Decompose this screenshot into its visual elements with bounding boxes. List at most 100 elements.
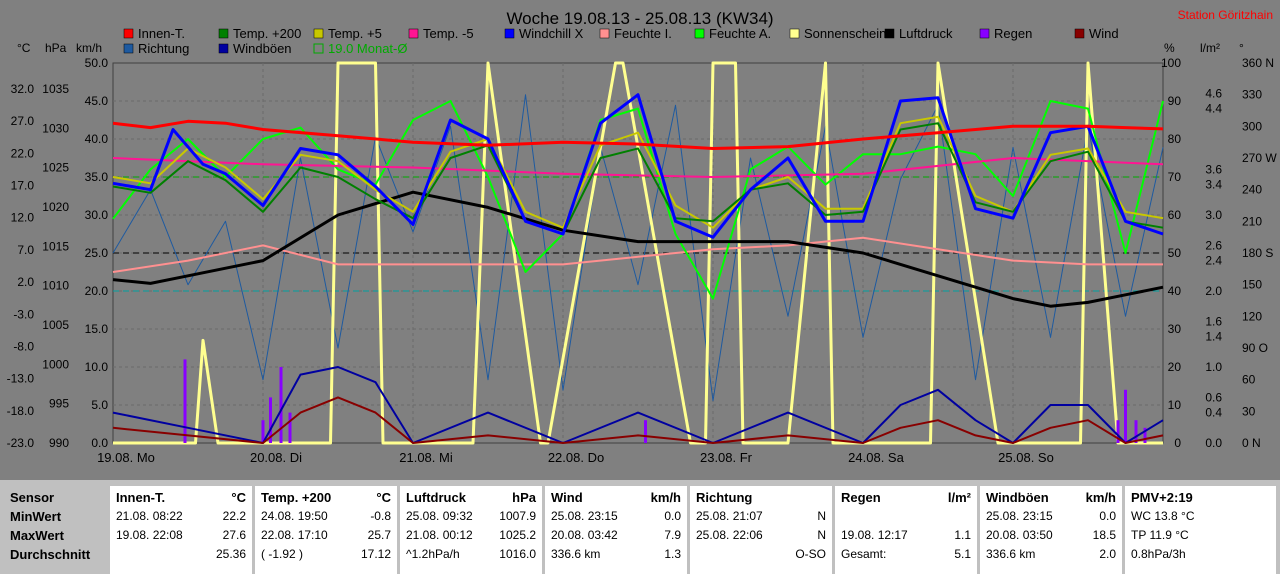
y-tick-kmh: 45.0 bbox=[85, 94, 109, 108]
stats-panel-row: 19.08. 12:17 1.1 bbox=[835, 526, 977, 545]
y-tick-lm2: 4.4 bbox=[1205, 102, 1222, 116]
y-tick-celsius: 22.0 bbox=[11, 146, 35, 160]
stats-panel-row: O-SO bbox=[690, 545, 832, 564]
y-tick-percent: 10 bbox=[1168, 398, 1182, 412]
stats-cell-right: 2.0 bbox=[1099, 547, 1116, 561]
stats-cell-left: 336.6 km bbox=[551, 547, 601, 561]
y-tick-celsius: 12.0 bbox=[11, 211, 35, 225]
legend-swatch bbox=[218, 28, 229, 39]
stats-panel-row: Gesamt: 5.1 bbox=[835, 545, 977, 564]
stats-cell-right: 5.1 bbox=[954, 547, 971, 561]
stats-row-label: Durchschnitt bbox=[4, 545, 106, 564]
stats-panel-row: 25.08. 23:15 0.0 bbox=[545, 507, 687, 526]
y-tick-direction: 150 bbox=[1242, 278, 1262, 292]
stats-row-name: Durchschnitt bbox=[10, 547, 91, 562]
y-tick-hpa: 1005 bbox=[42, 318, 69, 332]
stats-panel-header: Regen l/m² bbox=[835, 488, 977, 507]
rain-bar bbox=[183, 359, 187, 443]
unit-kmh: km/h bbox=[76, 41, 102, 55]
y-tick-lm2: 0.4 bbox=[1205, 406, 1222, 420]
stats-panel-row: 21.08. 00:12 1025.2 bbox=[400, 526, 542, 545]
stats-cell-left: 20.08. 03:42 bbox=[551, 528, 618, 542]
unit-lm2: l/m² bbox=[1200, 41, 1220, 55]
y-tick-lm2: 0.0 bbox=[1205, 436, 1222, 450]
weather-week-chart: Woche 19.08.13 - 25.08.13 (KW34) Station… bbox=[0, 0, 1280, 480]
unit-hpa: hPa bbox=[45, 41, 67, 55]
y-tick-lm2: 1.0 bbox=[1205, 360, 1222, 374]
legend-swatch bbox=[504, 28, 515, 39]
stats-cell-right: N bbox=[817, 528, 826, 542]
stats-cell-right: 1.3 bbox=[664, 547, 681, 561]
y-tick-celsius: -23.0 bbox=[7, 436, 35, 450]
stats-cell-left: 21.08. 08:22 bbox=[116, 509, 183, 523]
legend-swatch bbox=[218, 43, 229, 54]
y-tick-kmh: 30.0 bbox=[85, 208, 109, 222]
legend-label: Temp. -5 bbox=[423, 26, 474, 41]
stats-cell-left: ^1.2hPa/h bbox=[406, 547, 460, 561]
y-tick-direction: 90 O bbox=[1242, 341, 1268, 355]
stats-cell-left: 25.08. 21:07 bbox=[696, 509, 763, 523]
legend-swatch bbox=[789, 28, 800, 39]
stats-panel-header: Wind km/h bbox=[545, 488, 687, 507]
stats-panel-row: 25.08. 09:32 1007.9 bbox=[400, 507, 542, 526]
statistics-table: Sensor MinWert MaxWert Durchschnitt Innen-T.… bbox=[0, 480, 1280, 574]
y-tick-lm2: 2.0 bbox=[1205, 284, 1222, 298]
stats-panel-row: ( -1.92 ) 17.12 bbox=[255, 545, 397, 564]
y-tick-percent: 90 bbox=[1168, 94, 1182, 108]
stats-panel-header: Temp. +200 °C bbox=[255, 488, 397, 507]
x-tick-day: 20.08. Di bbox=[250, 450, 302, 465]
legend-label: Temp. +5 bbox=[328, 26, 382, 41]
x-tick-day: 19.08. Mo bbox=[97, 450, 155, 465]
stats-cell-left: 19.08. 12:17 bbox=[841, 528, 908, 542]
legend-label: Regen bbox=[994, 26, 1032, 41]
stats-cell-right: 25.36 bbox=[215, 547, 246, 561]
y-tick-kmh: 20.0 bbox=[85, 284, 109, 298]
stats-cell-right: 7.9 bbox=[664, 528, 681, 542]
stats-panel-unit: °C bbox=[231, 490, 246, 505]
stats-panel: Innen-T. °C 21.08. 08:22 22.2 19.08. 22:08 27… bbox=[110, 486, 252, 574]
stats-panel-row: 20.08. 03:50 18.5 bbox=[980, 526, 1122, 545]
y-tick-kmh: 0.0 bbox=[91, 436, 108, 450]
stats-sensor-header: Sensor bbox=[4, 488, 106, 507]
y-tick-hpa: 1025 bbox=[42, 161, 69, 175]
legend-swatch bbox=[1074, 28, 1085, 39]
y-tick-percent: 50 bbox=[1168, 246, 1182, 260]
y-tick-direction: 120 bbox=[1242, 309, 1262, 323]
y-tick-celsius: 2.0 bbox=[17, 275, 34, 289]
y-tick-direction: 30 bbox=[1242, 404, 1256, 418]
y-tick-celsius: -18.0 bbox=[7, 404, 35, 418]
stats-panel-row: 22.08. 17:10 25.7 bbox=[255, 526, 397, 545]
stats-panel-row: WC 13.8 °C bbox=[1125, 507, 1276, 526]
stats-panel-title: Windböen bbox=[986, 490, 1049, 505]
y-tick-percent: 30 bbox=[1168, 322, 1182, 336]
legend-swatch bbox=[408, 28, 419, 39]
stats-panel-title: Regen bbox=[841, 490, 881, 505]
y-tick-celsius: 17.0 bbox=[11, 179, 35, 193]
stats-cell-right: 0.0 bbox=[1099, 509, 1116, 523]
stats-panel-header: Richtung bbox=[690, 488, 832, 507]
legend-swatch bbox=[979, 28, 990, 39]
stats-cell-left: Gesamt: bbox=[841, 547, 887, 561]
stats-cell-left: 22.08. 17:10 bbox=[261, 528, 328, 542]
legend-label: Feuchte A. bbox=[709, 26, 771, 41]
stats-cell-left: 0.8hPa/3h bbox=[1131, 547, 1186, 561]
stats-panel-row: ^1.2hPa/h 1016.0 bbox=[400, 545, 542, 564]
y-tick-lm2: 0.6 bbox=[1205, 390, 1222, 404]
stats-cell-left: ( -1.92 ) bbox=[261, 547, 304, 561]
legend-swatch bbox=[694, 28, 705, 39]
stats-sensor-column: Sensor MinWert MaxWert Durchschnitt bbox=[4, 486, 106, 574]
legend-label: Luftdruck bbox=[899, 26, 953, 41]
stats-cell-left: TP 11.9 °C bbox=[1131, 528, 1189, 542]
legend-label: Windböen bbox=[233, 41, 292, 56]
stats-cell-right: 1007.9 bbox=[499, 509, 536, 523]
y-tick-kmh: 50.0 bbox=[85, 56, 109, 70]
y-tick-direction: 240 bbox=[1242, 183, 1262, 197]
stats-cell-right: 18.5 bbox=[1092, 528, 1116, 542]
legend-label: Windchill X bbox=[519, 26, 584, 41]
legend-label: Sonnenschein bbox=[804, 26, 886, 41]
stats-panel-row: 25.36 bbox=[110, 545, 252, 564]
stats-panel-row: 0.8hPa/3h bbox=[1125, 545, 1276, 564]
y-tick-hpa: 1020 bbox=[42, 200, 69, 214]
y-tick-hpa: 1010 bbox=[42, 279, 69, 293]
stats-panel-row: 336.6 km 1.3 bbox=[545, 545, 687, 564]
